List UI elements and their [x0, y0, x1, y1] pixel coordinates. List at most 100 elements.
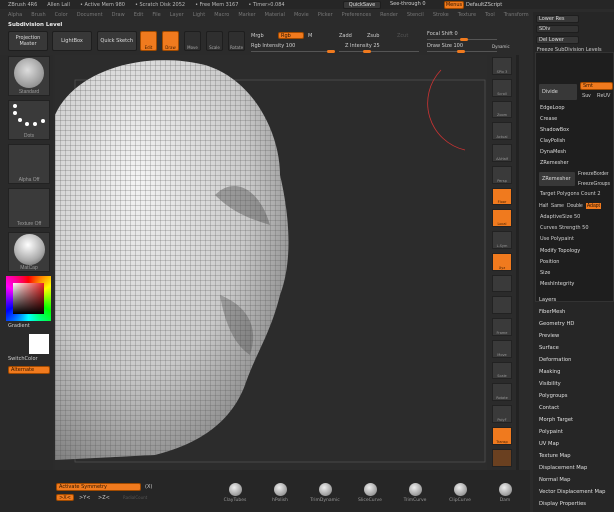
zremesher-button[interactable]: ZRemesher [538, 171, 576, 187]
menu-render[interactable]: Render [380, 12, 398, 18]
z-intensity-track[interactable] [339, 50, 419, 53]
menu-light[interactable]: Light [193, 12, 205, 18]
reuv-button[interactable]: ReUV [597, 93, 610, 99]
draw-size-track[interactable] [427, 50, 497, 53]
menu-marker[interactable]: Marker [238, 12, 255, 18]
mrgb-button[interactable]: Mrgb [251, 33, 264, 39]
alternate-button[interactable]: Alternate [8, 366, 50, 374]
see-through-slider[interactable]: See-through 0 [390, 1, 426, 7]
menu-preferences[interactable]: Preferences [342, 12, 371, 18]
sculpt-model[interactable] [55, 55, 487, 470]
menu-alpha[interactable]: Alpha [8, 12, 22, 18]
rgb-intensity-track[interactable] [251, 50, 335, 53]
freeze-groups-toggle[interactable]: FreezeGroups [578, 181, 610, 187]
shelf-scrollbar[interactable] [516, 55, 519, 505]
geometry-item-edgeloop[interactable]: EdgeLoop [536, 103, 614, 114]
brush-trimdynamic[interactable]: TrimDynamic [305, 483, 345, 503]
subpalette-polypaint[interactable]: Polypaint [539, 426, 605, 438]
radial-count-slider[interactable]: RadialCount [123, 495, 147, 500]
menu-draw[interactable]: Draw [112, 12, 125, 18]
x-symmetry-toggle[interactable]: >X< [56, 494, 74, 501]
subpalette-geometry-hd[interactable]: Geometry HD [539, 318, 605, 330]
subpalette-normal-map[interactable]: Normal Map [539, 474, 605, 486]
m-button[interactable]: M [308, 33, 312, 39]
geometry-item-position[interactable]: Position [536, 257, 614, 268]
shelf-button-scroll[interactable]: Scroll [492, 78, 512, 97]
shelf-button-move[interactable]: Move [492, 339, 512, 358]
shelf-button-polyf[interactable]: PolyF [492, 405, 512, 424]
shelf-button-xyz[interactable]: Xyz [492, 252, 512, 271]
double-button[interactable]: Double [567, 203, 583, 209]
shelf-button-axis-10[interactable] [492, 274, 512, 293]
menu-document[interactable]: Document [77, 12, 103, 18]
main-color-swatch[interactable] [29, 334, 49, 354]
shelf-button-frame[interactable]: Frame [492, 318, 512, 336]
menu-file[interactable]: File [152, 12, 160, 18]
activate-symmetry-button[interactable]: Activate Symmetry [56, 483, 141, 491]
suv-toggle[interactable]: Suv [582, 93, 591, 99]
brush-thumbnail[interactable]: Standard [8, 56, 50, 96]
menu-texture[interactable]: Texture [458, 12, 476, 18]
subpalette-visibility[interactable]: Visibility [539, 378, 605, 390]
subpalette-texture-map[interactable]: Texture Map [539, 450, 605, 462]
y-symmetry-toggle[interactable]: >Y< [79, 495, 90, 501]
subpalette-contact[interactable]: Contact [539, 402, 605, 414]
stroke-thumbnail[interactable]: Dots [8, 100, 50, 140]
brush-slicecurve[interactable]: SliceCurve [350, 483, 390, 503]
subpalette-polygroups[interactable]: Polygroups [539, 390, 605, 402]
del-lower-button[interactable]: Del Lower [536, 36, 579, 44]
shelf-button-l-sym[interactable]: L.Sym [492, 231, 512, 249]
subpalette-display-properties[interactable]: Display Properties [539, 498, 605, 510]
geometry-item-modify-topology[interactable]: Modify Topology [536, 246, 614, 257]
menu-edit[interactable]: Edit [134, 12, 144, 18]
shelf-button-spix-3[interactable]: SPix 3 [492, 57, 512, 75]
gradient-label[interactable]: Gradient [8, 323, 30, 329]
menu-tool[interactable]: Tool [485, 12, 495, 18]
curves-strength-slider[interactable]: Curves Strength 50 [540, 225, 589, 231]
half-button[interactable]: Half [539, 203, 548, 209]
subpalette-deformation[interactable]: Deformation [539, 354, 605, 366]
default-zscript[interactable]: DefaultZScript [466, 2, 502, 8]
freeze-border-toggle[interactable]: FreezeBorder [578, 171, 609, 177]
quick-sketch-button[interactable]: Quick Sketch [97, 31, 137, 51]
sdiv-slider[interactable]: SDiv [536, 25, 579, 33]
brush-hpolish[interactable]: hPolish [260, 483, 300, 503]
draw-size-slider[interactable]: Draw Size 100 [427, 43, 463, 49]
subpalette-preview[interactable]: Preview [539, 330, 605, 342]
menu-material[interactable]: Material [265, 12, 285, 18]
subpalette-displacement-map[interactable]: Displacement Map [539, 462, 605, 474]
geometry-item-dynamesh[interactable]: DynaMesh [536, 147, 614, 158]
zcut-button[interactable]: Zcut [397, 33, 408, 39]
target-polygons-slider[interactable]: Target Polygons Count 2 [540, 191, 601, 197]
geometry-item-zremesher[interactable]: ZRemesher [536, 158, 614, 169]
quicksave-button[interactable]: QuickSave [343, 1, 381, 9]
menu-layer[interactable]: Layer [170, 12, 184, 18]
geometry-item-crease[interactable]: Crease [536, 114, 614, 125]
shelf-button-local[interactable]: Local [492, 209, 512, 228]
shelf-button-actual[interactable]: Actual [492, 122, 512, 141]
brush-dam[interactable]: Dam [485, 483, 525, 503]
shelf-button-scale[interactable]: Scale [492, 361, 512, 380]
smt-toggle[interactable]: Smt [580, 82, 613, 90]
shelf-button-floor[interactable]: Floor [492, 187, 512, 206]
color-picker[interactable] [6, 276, 51, 321]
shelf-button-rotate[interactable]: Rotate [492, 383, 512, 402]
canvas-viewport[interactable] [55, 55, 487, 470]
brush-claytubes[interactable]: ClayTubes [215, 483, 255, 503]
focal-shift-track[interactable] [427, 38, 497, 41]
menu-stroke[interactable]: Stroke [433, 12, 449, 18]
projection-master-button[interactable]: Projection Master [8, 31, 48, 51]
menu-picker[interactable]: Picker [318, 12, 333, 18]
shelf-button-transp[interactable]: Transp [492, 427, 512, 445]
scale-button[interactable]: Scale [206, 31, 223, 51]
subpalette-vector-displacement-map[interactable]: Vector Displacement Map [539, 486, 605, 498]
zsub-button[interactable]: Zsub [367, 33, 379, 39]
menu-stencil[interactable]: Stencil [407, 12, 424, 18]
shelf-button-aahalf[interactable]: AAHalf [492, 144, 512, 162]
focal-shift-slider[interactable]: Focal Shift 0 [427, 31, 458, 37]
menu-color[interactable]: Color [55, 12, 68, 18]
geometry-item-shadowbox[interactable]: ShadowBox [536, 125, 614, 136]
use-polypaint-toggle[interactable]: Use Polypaint [540, 236, 574, 242]
lower-res-button[interactable]: Lower Res [536, 15, 579, 23]
lightbox-button[interactable]: LightBox [52, 31, 92, 51]
